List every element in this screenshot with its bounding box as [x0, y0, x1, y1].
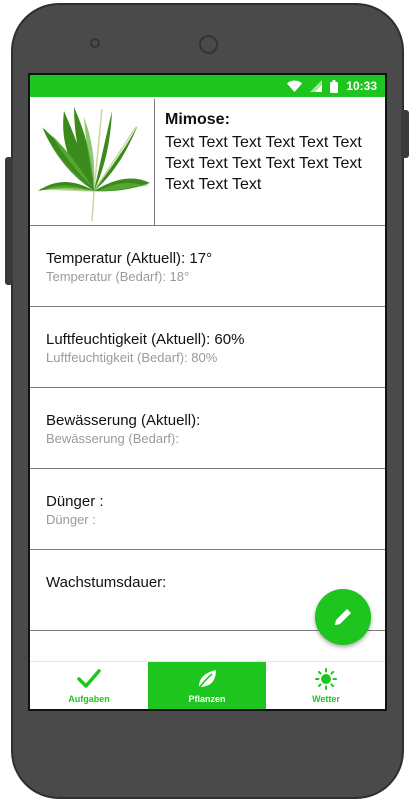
fertilizer-current: Dünger :: [46, 493, 104, 510]
row-temperature: Temperatur (Aktuell): 17° Temperatur (Be…: [30, 226, 385, 307]
power-button: [401, 110, 409, 158]
humidity-required: Luftfeuchtigkeit (Bedarf): 80%: [46, 350, 218, 365]
bottom-navigation: Aufgaben Pflanzen Wetter: [30, 661, 385, 709]
row-fertilizer: Dünger : Dünger :: [30, 469, 385, 550]
growth-duration: Wachstumsdauer:: [46, 574, 167, 591]
row-humidity: Luftfeuchtigkeit (Aktuell): 60% Luftfeuc…: [30, 307, 385, 388]
nav-tab-wetter[interactable]: Wetter: [267, 662, 385, 709]
edit-fab-button[interactable]: [315, 589, 371, 645]
sensor-dot: [90, 38, 100, 48]
plant-name: Mimose:: [165, 111, 230, 128]
humidity-current: Luftfeuchtigkeit (Aktuell): 60%: [46, 331, 245, 348]
volume-button: [5, 157, 13, 285]
temperature-required: Temperatur (Bedarf): 18°: [46, 269, 190, 284]
pencil-icon: [335, 609, 351, 625]
front-camera: [199, 35, 218, 54]
mimosa-leaf-image: [38, 107, 150, 222]
watering-current: Bewässerung (Aktuell):: [46, 412, 201, 429]
nav-tab-aufgaben[interactable]: Aufgaben: [30, 662, 148, 709]
nav-label-pflanzen: Pflanzen: [188, 694, 226, 704]
nav-tab-pflanzen[interactable]: Pflanzen: [148, 662, 266, 709]
plant-header: Mimose: Text Text Text Text Text Text Te…: [30, 99, 385, 226]
temperature-current: Temperatur (Aktuell): 17°: [46, 250, 213, 267]
checkmark-icon: [77, 669, 101, 688]
status-icons: 10:33: [287, 78, 377, 94]
wifi-icon: [287, 80, 303, 92]
status-bar: 10:33: [30, 75, 385, 97]
leaf-icon: [198, 670, 216, 689]
app-screen: 10:33 Mimose: Text Text Text Text Text T…: [28, 73, 387, 711]
status-time: 10:33: [346, 79, 377, 93]
battery-icon: [330, 79, 339, 93]
nav-label-wetter: Wetter: [312, 694, 340, 704]
fertilizer-required: Dünger :: [46, 512, 96, 527]
row-watering: Bewässerung (Aktuell): Bewässerung (Beda…: [30, 388, 385, 469]
sun-icon: [315, 668, 337, 690]
plant-description: Text Text Text Text Text Text Text Text …: [165, 134, 362, 193]
signal-icon: [310, 80, 323, 92]
nav-label-aufgaben: Aufgaben: [68, 694, 110, 704]
watering-required: Bewässerung (Bedarf):: [46, 431, 179, 446]
plant-image: [30, 99, 155, 225]
